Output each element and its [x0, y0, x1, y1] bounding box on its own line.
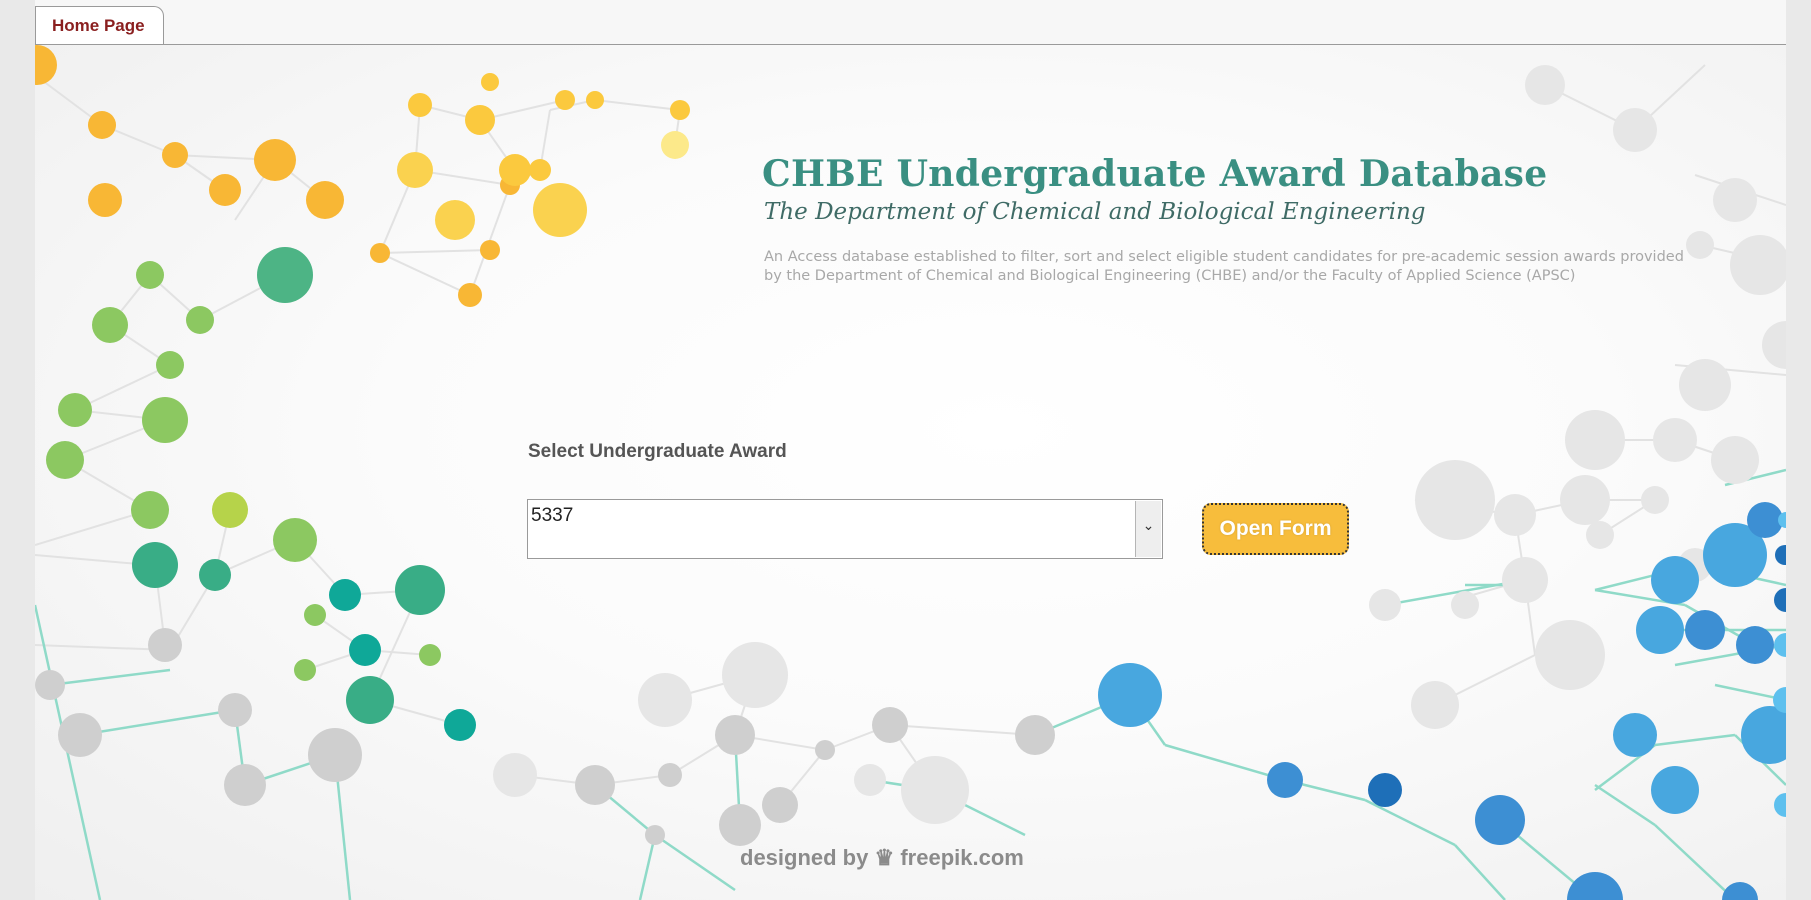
- combobox-value[interactable]: 5337: [531, 505, 573, 527]
- credit-prefix: designed by: [740, 845, 869, 870]
- tab-home-page[interactable]: Home Page: [35, 6, 164, 44]
- page-subtitle: The Department of Chemical and Biologica…: [764, 199, 1426, 225]
- open-form-button[interactable]: Open Form: [1202, 503, 1349, 555]
- page-title: CHBE Undergraduate Award Database: [762, 153, 1548, 195]
- crown-icon: ♛: [874, 845, 895, 870]
- chevron-down-icon: ⌄: [1142, 518, 1155, 534]
- designer-credit: designed by ♛ freepik.com: [740, 845, 1024, 871]
- credit-brand: freepik.com: [900, 845, 1024, 870]
- document-tab-bar: Home Page: [35, 0, 1786, 45]
- home-page-canvas: CHBE Undergraduate Award Database The De…: [35, 45, 1786, 900]
- award-combobox[interactable]: 5337 ⌄: [527, 499, 1163, 559]
- combobox-dropdown-button[interactable]: ⌄: [1135, 501, 1161, 557]
- database-description: An Access database established to filter…: [764, 249, 1684, 284]
- select-award-label: Select Undergraduate Award: [528, 441, 787, 462]
- access-form-window: Home Page CHBE Undergraduate Award Datab…: [35, 0, 1786, 900]
